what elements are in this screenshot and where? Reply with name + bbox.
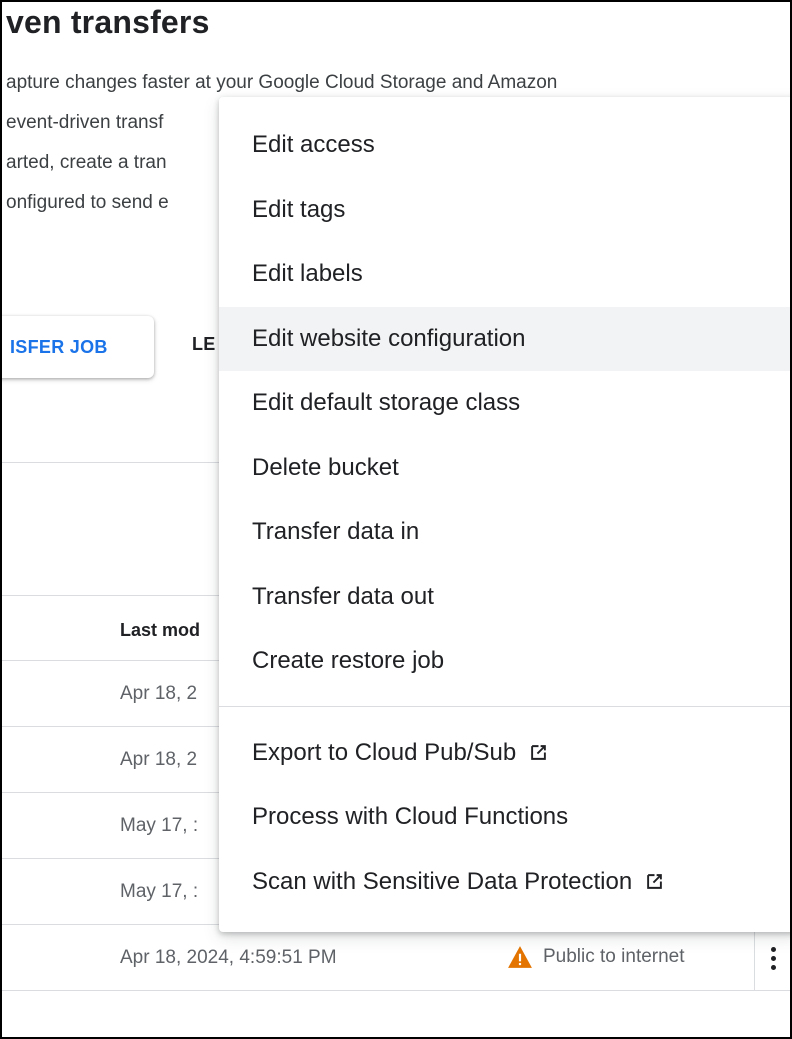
more-vert-icon[interactable] — [754, 925, 790, 991]
section-heading: ven transfers — [6, 4, 210, 40]
open-in-new-icon — [647, 874, 663, 890]
menu-item-label: Edit default storage class — [252, 389, 521, 417]
create-transfer-job-label: ISFER JOB — [10, 336, 108, 357]
menu-item-label: Transfer data out — [252, 582, 434, 610]
menu-item-label: Delete bucket — [252, 453, 399, 481]
menu-item-label: Create restore job — [252, 647, 445, 675]
description-line-1: apture changes faster at your Google Clo… — [6, 72, 558, 93]
menu-item-label: Edit labels — [252, 260, 363, 288]
menu-item-create-restore-job[interactable]: Create restore job — [219, 629, 790, 694]
menu-item-label: Edit website configuration — [252, 324, 526, 352]
menu-item-label: Transfer data in — [252, 518, 420, 546]
section-divider — [2, 462, 242, 463]
create-transfer-job-button[interactable]: ISFER JOB — [2, 316, 154, 378]
table-row[interactable]: Apr 18, 2024, 4:59:51 PM Public to inter… — [2, 925, 790, 991]
last-modified-cell: Apr 18, 2 — [120, 749, 198, 770]
menu-item-edit-tags[interactable]: Edit tags — [219, 178, 790, 243]
menu-item-label: Export to Cloud Pub/Sub — [252, 738, 517, 766]
column-header-last-modified[interactable]: Last mod — [120, 620, 200, 641]
menu-divider — [219, 705, 790, 707]
description-line-4: onfigured to send e — [6, 192, 169, 213]
description-line-2: event-driven transf — [6, 112, 164, 133]
public-access-label: Public to internet — [543, 946, 685, 967]
menu-item-delete-bucket[interactable]: Delete bucket — [219, 436, 790, 501]
warning-triangle-icon — [508, 946, 532, 968]
last-modified-cell: May 17, : — [120, 815, 199, 836]
menu-item-edit-default-storage-class[interactable]: Edit default storage class — [219, 371, 790, 436]
bucket-actions-menu: Edit access Edit tags Edit labels Edit w… — [219, 97, 790, 932]
learn-more-button[interactable]: LE — [192, 334, 216, 355]
menu-item-edit-labels[interactable]: Edit labels — [219, 242, 790, 307]
last-modified-cell: Apr 18, 2 — [120, 683, 198, 704]
menu-item-label: Process with Cloud Functions — [252, 803, 569, 831]
last-modified-cell: Apr 18, 2024, 4:59:51 PM — [120, 947, 337, 968]
public-access-status: Public to internet — [507, 945, 685, 969]
menu-item-transfer-data-out[interactable]: Transfer data out — [219, 565, 790, 630]
description-line-3: arted, create a tran — [6, 152, 167, 173]
menu-item-edit-access[interactable]: Edit access — [219, 113, 790, 178]
open-in-new-icon — [531, 745, 547, 761]
menu-item-process-with-cloud-functions[interactable]: Process with Cloud Functions — [219, 785, 790, 850]
page-frame: ven transfers apture changes faster at y… — [0, 0, 792, 1039]
last-modified-cell: May 17, : — [120, 881, 199, 902]
menu-item-label: Scan with Sensitive Data Protection — [252, 867, 633, 895]
menu-item-label: Edit access — [252, 131, 375, 159]
menu-item-scan-with-sensitive-data-protection[interactable]: Scan with Sensitive Data Protection — [219, 850, 790, 915]
menu-item-transfer-data-in[interactable]: Transfer data in — [219, 500, 790, 565]
menu-item-edit-website-configuration[interactable]: Edit website configuration — [219, 306, 790, 371]
menu-item-export-to-pubsub[interactable]: Export to Cloud Pub/Sub — [219, 721, 790, 786]
menu-item-label: Edit tags — [252, 195, 346, 223]
